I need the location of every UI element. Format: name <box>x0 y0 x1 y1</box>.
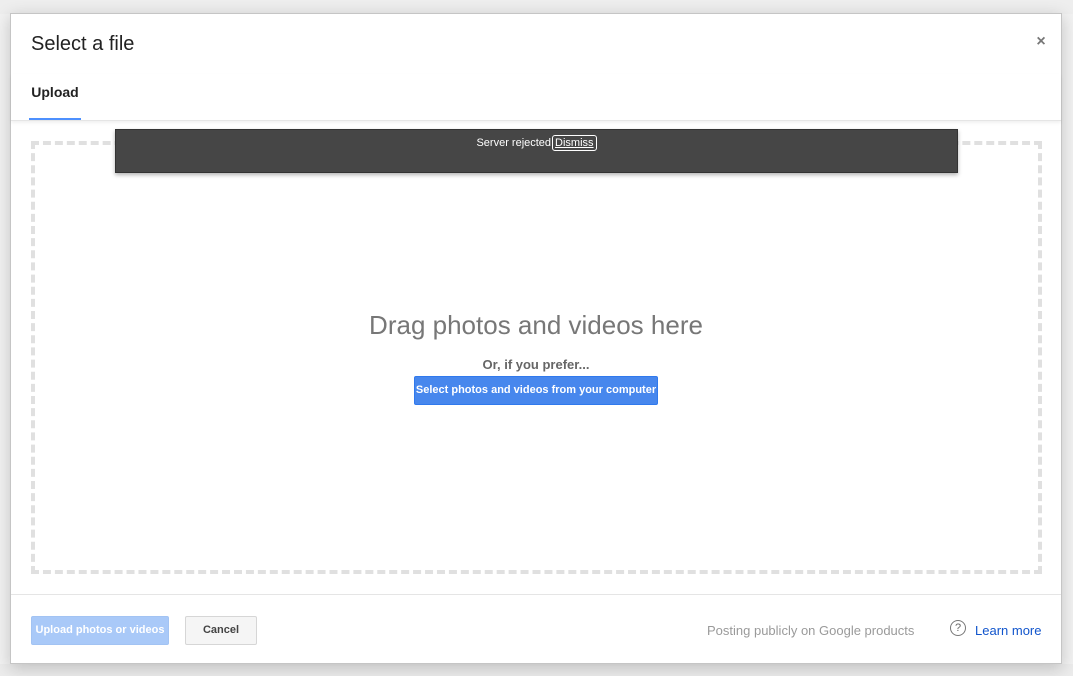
tab-bar: Upload <box>11 74 1061 121</box>
drop-zone-subtitle: Or, if you prefer... <box>482 357 590 372</box>
close-icon[interactable]: × <box>1033 34 1049 50</box>
tab-upload[interactable]: Upload <box>29 74 81 120</box>
drop-zone-title: Drag photos and videos here <box>369 310 703 340</box>
posting-notice: Posting publicly on Google products <box>707 623 915 638</box>
cancel-button[interactable]: Cancel <box>185 616 257 645</box>
toast-dismiss-button[interactable]: Dismiss <box>552 135 597 151</box>
error-toast: Server rejected Dismiss <box>115 129 958 173</box>
dialog-title: Select a file <box>31 33 135 55</box>
toast-content: Server rejected Dismiss <box>116 135 957 151</box>
background-bottom-strip <box>0 664 1073 676</box>
upload-button: Upload photos or videos <box>31 616 169 645</box>
select-from-computer-button[interactable]: Select photos and videos from your compu… <box>414 376 658 405</box>
learn-more-link[interactable]: Learn more <box>975 623 1041 638</box>
toast-message: Server rejected <box>476 137 552 149</box>
help-icon[interactable]: ? <box>950 620 966 636</box>
select-file-dialog: Select a file × Upload Drag photos and v… <box>10 13 1062 664</box>
dialog-footer: Upload photos or videos Cancel Posting p… <box>11 594 1061 664</box>
background-top-strip <box>0 0 1073 14</box>
